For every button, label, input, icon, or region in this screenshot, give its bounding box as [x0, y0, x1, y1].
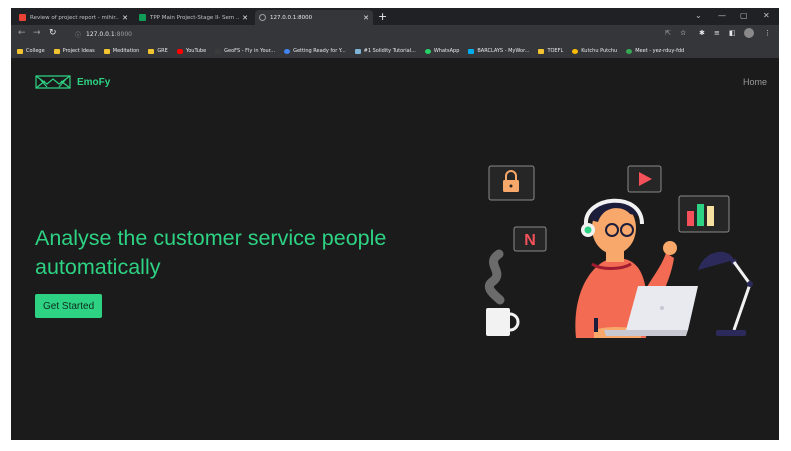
reading-list-icon[interactable]: ≡ — [714, 29, 720, 37]
tab-localhost[interactable]: 127.0.0.1:8000 ✕ — [255, 10, 373, 25]
sheets-icon — [139, 14, 146, 21]
nav-home-link[interactable]: Home — [743, 77, 767, 87]
toolbar: ← → ↻ ⓘ 127.0.0.1:8000 ⇱ ☆ ✱ ≡ ◧ ⋮ — [11, 25, 779, 44]
play-card-icon — [627, 165, 662, 193]
bookmarks-bar: College Project Ideas Meditation GRE You… — [11, 44, 779, 58]
extensions-icon[interactable]: ✱ — [699, 29, 705, 37]
close-icon[interactable]: ✕ — [242, 14, 248, 22]
bookmark-geofs[interactable]: GeoFS - Fly in Your... — [215, 48, 275, 54]
lock-card-icon — [488, 165, 535, 201]
bookmark-meet[interactable]: Meet - yez-rduy-fdd — [626, 48, 684, 54]
forward-icon[interactable]: → — [33, 28, 41, 38]
site-icon — [284, 48, 291, 54]
page-content: EmoFy Home Analyse the customer service … — [11, 58, 779, 440]
headline-line-1: Analyse the customer service people — [35, 226, 387, 250]
close-icon[interactable]: ✕ — [122, 14, 128, 22]
folder-icon — [103, 48, 110, 54]
youtube-icon — [176, 48, 183, 54]
bookmark-meditation[interactable]: Meditation — [103, 48, 140, 54]
star-icon[interactable]: ☆ — [680, 29, 686, 37]
bookmark-barclays[interactable]: BARCLAYS - MyWor... — [468, 48, 529, 54]
menu-icon[interactable]: ⋮ — [764, 29, 771, 37]
new-tab-button[interactable]: + — [378, 10, 387, 23]
headline-line-2: automatically — [35, 255, 161, 279]
tab-sheets[interactable]: TPP Main Project-Stage II- Sem ... ✕ — [135, 10, 252, 25]
bookmark-label: Project Ideas — [62, 48, 95, 54]
close-icon[interactable]: ✕ — [363, 14, 369, 22]
url-port: :8000 — [114, 31, 132, 38]
folder-icon — [17, 48, 23, 54]
side-panel-icon[interactable]: ◧ — [729, 29, 736, 37]
hero-illustration: N — [484, 165, 753, 338]
info-icon[interactable]: ⓘ — [75, 30, 81, 39]
address-bar[interactable]: ⓘ 127.0.0.1:8000 — [75, 28, 660, 41]
reload-icon[interactable]: ↻ — [49, 28, 57, 38]
bookmark-label: Meet - yez-rduy-fdd — [635, 48, 685, 54]
hero-headline: Analyse the customer service people auto… — [35, 224, 455, 282]
folder-icon — [148, 48, 155, 54]
bookmark-label: YouTube — [185, 48, 207, 54]
gmail-icon — [19, 14, 26, 21]
tab-title: Review of project report - mihir... — [30, 14, 120, 21]
folder-icon — [53, 48, 60, 54]
avatar[interactable] — [744, 28, 754, 38]
bookmark-label: WhatsApp — [433, 48, 460, 54]
bookmark-kutchu-putchu[interactable]: Kutchu Putchu — [572, 48, 617, 54]
bookmark-solidity[interactable]: #1 Solidity Tutorial... — [354, 48, 416, 54]
maximize-icon[interactable]: ▢ — [740, 11, 748, 20]
bookmark-gre[interactable]: GRE — [148, 48, 168, 54]
url-host: 127.0.0.1 — [86, 31, 115, 38]
close-window-icon[interactable]: ✕ — [763, 11, 770, 20]
tab-search-icon[interactable]: ⌄ — [695, 11, 702, 20]
bookmark-college[interactable]: College — [17, 48, 45, 54]
bookmark-label: Getting Ready for Y... — [293, 48, 346, 54]
site-icon — [572, 48, 579, 54]
solidity-icon — [354, 48, 361, 54]
bar-chart-card-icon — [678, 195, 730, 233]
get-started-button[interactable]: Get Started — [35, 294, 103, 318]
browser-window: Review of project report - mihir... ✕ TP… — [11, 8, 779, 440]
bookmark-project-ideas[interactable]: Project Ideas — [53, 48, 95, 54]
badge-letter: N — [524, 232, 536, 249]
bookmark-getting-ready[interactable]: Getting Ready for Y... — [284, 48, 346, 54]
bookmark-youtube[interactable]: YouTube — [176, 48, 207, 54]
folder-icon — [538, 48, 545, 54]
desk-lamp-icon — [698, 251, 753, 336]
bookmark-label: #1 Solidity Tutorial... — [363, 48, 416, 54]
meet-icon — [626, 48, 633, 54]
netflix-badge-icon: N — [513, 226, 547, 252]
globe-icon — [259, 14, 266, 21]
brand-logo[interactable]: EmoFy — [35, 75, 110, 89]
bookmark-label: Kutchu Putchu — [581, 48, 618, 54]
bookmark-label: GeoFS - Fly in Your... — [224, 48, 276, 54]
minimize-icon[interactable]: — — [718, 11, 726, 20]
bookmark-label: GRE — [157, 48, 168, 54]
emofy-logo-icon — [35, 75, 71, 89]
tab-title: TPP Main Project-Stage II- Sem ... — [150, 14, 240, 21]
geofs-icon — [215, 48, 222, 54]
tab-title: 127.0.0.1:8000 — [270, 14, 313, 21]
brand-name: EmoFy — [77, 76, 111, 88]
bookmark-label: Meditation — [112, 48, 140, 54]
bookmark-label: College — [26, 48, 45, 54]
coffee-mug-icon — [486, 308, 520, 336]
bookmark-whatsapp[interactable]: WhatsApp — [424, 48, 460, 54]
bookmark-toefl[interactable]: TOEFL — [538, 48, 563, 54]
share-icon[interactable]: ⇱ — [665, 29, 671, 37]
tab-strip: Review of project report - mihir... ✕ TP… — [11, 8, 779, 25]
back-icon[interactable]: ← — [18, 28, 26, 38]
barclays-icon — [468, 48, 475, 54]
tab-gmail[interactable]: Review of project report - mihir... ✕ — [15, 10, 132, 25]
steam-icon — [484, 249, 505, 305]
whatsapp-icon — [424, 48, 431, 54]
bookmark-label: TOEFL — [547, 48, 564, 54]
bookmark-label: BARCLAYS - MyWor... — [477, 48, 530, 54]
